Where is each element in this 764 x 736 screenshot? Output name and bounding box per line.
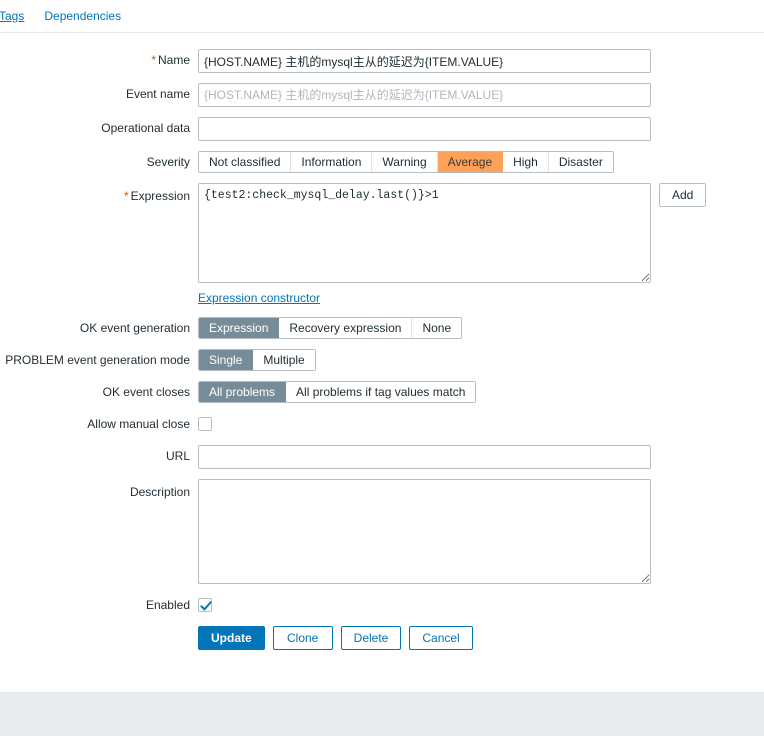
cancel-button[interactable]: Cancel xyxy=(409,626,473,650)
ok-event-generation-option-recovery-expression[interactable]: Recovery expression xyxy=(279,318,413,338)
url-input[interactable] xyxy=(198,445,651,469)
severity-radio-group[interactable]: Not classified Information Warning Avera… xyxy=(198,151,614,173)
row-allow-manual-close: Allow manual close xyxy=(0,413,764,435)
form-action-bar: Update Clone Delete Cancel xyxy=(198,626,473,650)
row-expression: * Expression {test2:check_mysql_delay.las… xyxy=(0,183,764,283)
expression-constructor-link[interactable]: Expression constructor xyxy=(198,291,320,305)
problem-event-generation-mode-option-multiple[interactable]: Multiple xyxy=(253,350,315,370)
row-operational-data: Operational data xyxy=(0,117,764,141)
event-name-input[interactable] xyxy=(198,83,651,107)
row-actions: Update Clone Delete Cancel xyxy=(0,626,764,650)
severity-option-high[interactable]: High xyxy=(503,152,549,172)
allow-manual-close-checkbox[interactable] xyxy=(198,417,212,431)
page-footer xyxy=(0,692,764,736)
label-operational-data: Operational data xyxy=(101,121,190,135)
ok-event-closes-option-tag-values-match[interactable]: All problems if tag values match xyxy=(286,382,476,402)
label-ok-event-closes: OK event closes xyxy=(102,385,190,399)
description-textarea[interactable] xyxy=(198,479,651,584)
row-expression-constructor: Expression constructor xyxy=(0,291,764,305)
row-problem-event-generation-mode: PROBLEM event generation mode Single Mul… xyxy=(0,349,764,371)
row-enabled: Enabled xyxy=(0,594,764,616)
clone-button[interactable]: Clone xyxy=(272,626,333,650)
label-allow-manual-close: Allow manual close xyxy=(87,417,190,431)
operational-data-input[interactable] xyxy=(198,117,651,141)
tab-strip: Tags Dependencies xyxy=(0,0,764,33)
row-url: URL xyxy=(0,445,764,469)
row-ok-event-generation: OK event generation Expression Recovery … xyxy=(0,317,764,339)
label-severity: Severity xyxy=(146,155,190,169)
label-name: * Name xyxy=(151,53,190,67)
problem-event-generation-mode-radio-group[interactable]: Single Multiple xyxy=(198,349,316,371)
severity-option-average[interactable]: Average xyxy=(437,152,504,172)
label-url: URL xyxy=(165,449,190,463)
row-name: * Name xyxy=(0,49,764,73)
row-severity: Severity Not classified Information Warn… xyxy=(0,151,764,173)
severity-option-disaster[interactable]: Disaster xyxy=(548,152,613,172)
expression-textarea[interactable]: {test2:check_mysql_delay.last()}>1 xyxy=(198,183,651,283)
name-input[interactable] xyxy=(198,49,651,73)
ok-event-closes-radio-group[interactable]: All problems All problems if tag values … xyxy=(198,381,477,403)
required-asterisk-name: * xyxy=(151,53,156,67)
problem-event-generation-mode-option-single[interactable]: Single xyxy=(199,350,254,370)
label-problem-event-generation-mode: PROBLEM event generation mode xyxy=(5,353,190,367)
enabled-checkbox[interactable] xyxy=(198,598,212,612)
row-description: Description xyxy=(0,479,764,584)
row-event-name: Event name xyxy=(0,83,764,107)
label-expression: * Expression xyxy=(123,189,190,203)
update-button[interactable]: Update xyxy=(198,626,265,650)
tab-dependencies[interactable]: Dependencies xyxy=(34,0,131,32)
label-ok-event-generation: OK event generation xyxy=(79,321,190,335)
ok-event-generation-option-none[interactable]: None xyxy=(412,318,462,338)
row-ok-event-closes: OK event closes All problems All problem… xyxy=(0,381,764,403)
severity-option-information[interactable]: Information xyxy=(291,152,373,172)
severity-option-not-classified[interactable]: Not classified xyxy=(199,152,292,172)
label-description: Description xyxy=(129,485,190,499)
tab-tags[interactable]: Tags xyxy=(0,0,34,32)
label-enabled: Enabled xyxy=(145,598,190,612)
ok-event-generation-option-expression[interactable]: Expression xyxy=(199,318,280,338)
required-asterisk-expression: * xyxy=(123,189,129,203)
label-event-name: Event name xyxy=(125,87,190,101)
add-expression-button[interactable]: Add xyxy=(659,183,707,207)
delete-button[interactable]: Delete xyxy=(340,626,402,650)
ok-event-generation-radio-group[interactable]: Expression Recovery expression None xyxy=(198,317,463,339)
trigger-form: *Name Event name Operational data Severi… xyxy=(0,33,764,650)
severity-option-warning[interactable]: Warning xyxy=(372,152,438,172)
ok-event-closes-option-all-problems[interactable]: All problems xyxy=(199,382,287,402)
